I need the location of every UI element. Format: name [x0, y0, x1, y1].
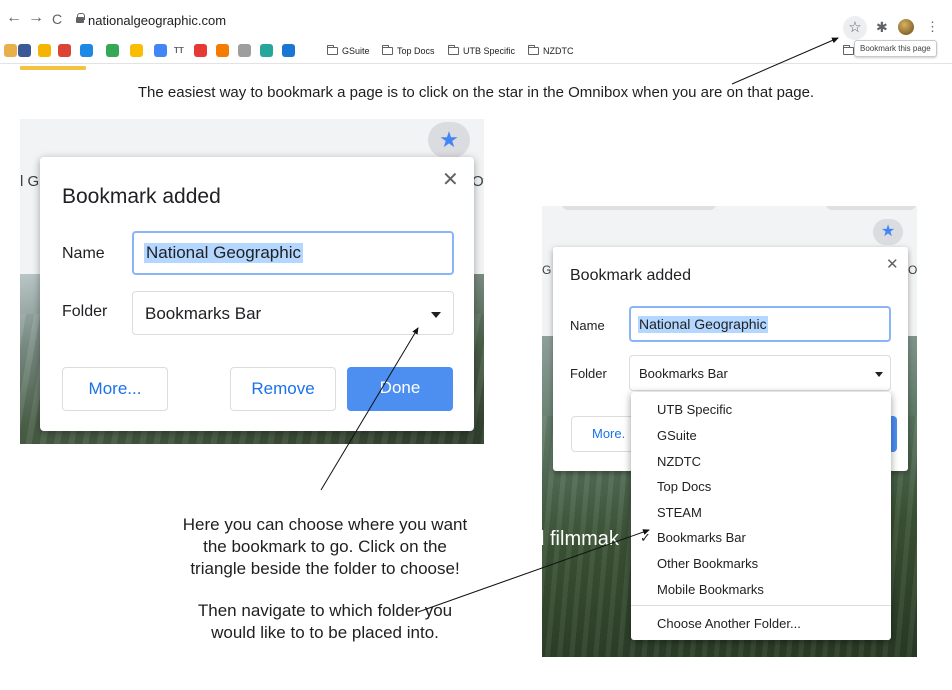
- bookmark-dialog: Bookmark added ✕ Name National Geographi…: [40, 157, 474, 431]
- name-label: Name: [570, 318, 605, 333]
- bookmark-favicon-icon[interactable]: [106, 44, 119, 57]
- bookmark-favicon-icon[interactable]: [238, 44, 251, 57]
- bookmark-favicon-icon[interactable]: [18, 44, 31, 57]
- bookmark-tt[interactable]: TT: [174, 44, 184, 58]
- caption-bottom: Then navigate to which folder you would …: [197, 601, 453, 642]
- back-icon[interactable]: ←: [6, 10, 22, 26]
- bookmark-star-icon[interactable]: ☆: [843, 16, 867, 40]
- folder-option[interactable]: Top Docs: [631, 474, 891, 499]
- bookmark-favicon-icon[interactable]: [282, 44, 295, 57]
- dialog-title: Bookmark added: [570, 267, 691, 284]
- bookmark-favicon-icon[interactable]: [130, 44, 143, 57]
- dropdown-triangle-icon[interactable]: [875, 372, 883, 377]
- page-fragment: [20, 66, 86, 70]
- background-text-fragment-right: Ot: [908, 263, 917, 277]
- folder-label: Folder: [570, 366, 607, 381]
- more-button[interactable]: More...: [62, 367, 168, 411]
- folder-select-value: Bookmarks Bar: [145, 304, 262, 323]
- folder-label: Folder: [62, 303, 108, 320]
- folder-select[interactable]: Bookmarks Bar: [132, 291, 454, 335]
- folder-icon: [528, 45, 539, 55]
- folder-option[interactable]: Other Bookmarks: [631, 551, 891, 576]
- folder-option[interactable]: NZDTC: [631, 449, 891, 474]
- extensions-icon[interactable]: ✱: [876, 19, 888, 36]
- name-input[interactable]: National Geographic: [629, 306, 891, 342]
- omnibox-url[interactable]: nationalgeographic.com: [88, 13, 226, 28]
- folder-select-value: Bookmarks Bar: [639, 366, 728, 381]
- folder-icon: [327, 45, 338, 55]
- lock-icon[interactable]: [76, 13, 85, 23]
- folder-select[interactable]: Bookmarks Bar: [629, 355, 891, 391]
- menu-divider: [631, 605, 891, 606]
- checkmark-icon: ✓: [640, 530, 651, 545]
- background-heading-fragment: l filmmak: [542, 528, 619, 550]
- bookmark-folder-nzdtc[interactable]: NZDTC: [528, 44, 574, 58]
- name-input-value: National Geographic: [144, 243, 303, 263]
- bookmark-folder-utb-specific[interactable]: UTB Specific: [448, 44, 515, 58]
- folder-dropdown-menu: UTB Specific GSuite NZDTC Top Docs STEAM…: [631, 392, 891, 640]
- toolbar: ← → C nationalgeographic.com ☆ ✱ ⋮: [0, 0, 952, 40]
- name-input[interactable]: National Geographic: [132, 231, 454, 275]
- bookmark-folder-gsuite[interactable]: GSuite: [327, 44, 370, 58]
- folder-icon: [382, 45, 393, 55]
- folder-option[interactable]: STEAM: [631, 500, 891, 525]
- bookmark-favicon-icon[interactable]: [38, 44, 51, 57]
- tab-pill: [826, 206, 916, 210]
- name-input-value: National Geographic: [638, 316, 768, 333]
- background-text-fragment: l G: [20, 173, 40, 190]
- bookmark-favicon-icon[interactable]: [260, 44, 273, 57]
- bookmark-favicon-icon[interactable]: [194, 44, 207, 57]
- bookmark-favicon-icon[interactable]: [80, 44, 93, 57]
- caption-middle: Here you can choose where you want the b…: [182, 515, 468, 578]
- folder-option-selected[interactable]: ✓ Bookmarks Bar: [631, 525, 891, 550]
- choose-another-folder-option[interactable]: Choose Another Folder...: [631, 611, 891, 636]
- bookmark-favicon-icon[interactable]: [154, 44, 167, 57]
- close-icon[interactable]: ✕: [886, 255, 899, 273]
- bookmark-tooltip: Bookmark this page: [854, 40, 937, 57]
- menu-icon[interactable]: ⋮: [926, 19, 939, 35]
- tab-pill: [562, 206, 716, 210]
- bookmark-star-icon[interactable]: ★: [873, 219, 903, 245]
- background-text-fragment: G: [542, 263, 552, 277]
- folder-option[interactable]: Mobile Bookmarks: [631, 577, 891, 602]
- forward-icon[interactable]: →: [28, 10, 44, 26]
- folder-icon: [448, 45, 459, 55]
- chrome-divider: [0, 63, 952, 64]
- folder-option[interactable]: GSuite: [631, 423, 891, 448]
- folder-option[interactable]: UTB Specific: [631, 397, 891, 422]
- reload-icon[interactable]: C: [52, 11, 62, 27]
- bookmark-favicon-icon[interactable]: [216, 44, 229, 57]
- folder-icon: [843, 45, 854, 55]
- dropdown-triangle-icon[interactable]: [431, 312, 441, 318]
- bookmark-favicon-icon[interactable]: [58, 44, 71, 57]
- bookmark-star-icon[interactable]: ★: [428, 122, 470, 158]
- right-screenshot: G Ot l filmmak ★ Bookmark added ✕ Name N…: [542, 206, 917, 657]
- bookmark-folder-top-docs[interactable]: Top Docs: [382, 44, 435, 58]
- close-icon[interactable]: ✕: [442, 167, 459, 192]
- profile-avatar[interactable]: [898, 19, 914, 35]
- done-button[interactable]: Done: [347, 367, 453, 411]
- browser-chrome: ← → C nationalgeographic.com ☆ ✱ ⋮ TT GS…: [0, 0, 952, 70]
- left-screenshot: l G Ot ★ Bookmark added ✕ Name National …: [20, 119, 484, 444]
- remove-button[interactable]: Remove: [230, 367, 336, 411]
- dialog-title: Bookmark added: [62, 185, 221, 208]
- name-label: Name: [62, 245, 105, 262]
- caption-top: The easiest way to bookmark a page is to…: [137, 84, 815, 101]
- bookmark-favicon-icon[interactable]: [4, 44, 17, 57]
